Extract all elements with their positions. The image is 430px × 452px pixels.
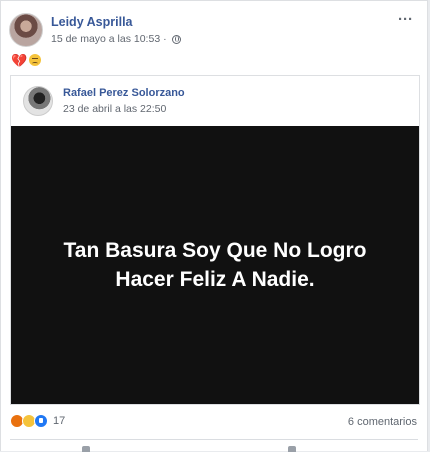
image-quote-text: Tan Basura Soy Que No Logro Hacer Feliz … bbox=[63, 239, 367, 291]
post-date[interactable]: 15 de mayo a las 10:53 bbox=[51, 33, 160, 45]
dot-separator: · bbox=[163, 33, 167, 45]
like-action-icon[interactable] bbox=[82, 446, 90, 452]
shared-post[interactable]: Rafael Perez Solorzano 23 de abril a las… bbox=[10, 75, 420, 405]
author-avatar[interactable] bbox=[9, 13, 43, 47]
post-status-text: 💔 bbox=[11, 53, 42, 69]
share-action-icon[interactable] bbox=[288, 446, 296, 452]
reactions-summary[interactable]: 17 bbox=[10, 414, 65, 428]
divider bbox=[10, 439, 418, 440]
facebook-post: Leidy Asprilla 15 de mayo a las 10:53 · … bbox=[0, 0, 428, 452]
post-header: Leidy Asprilla 15 de mayo a las 10:53 · … bbox=[9, 11, 419, 51]
sad-face-icon bbox=[29, 54, 42, 66]
broken-heart-icon: 💔 bbox=[11, 53, 28, 68]
post-author-name[interactable]: Leidy Asprilla bbox=[51, 15, 133, 29]
shared-post-image[interactable]: Tan Basura Soy Que No Logro Hacer Feliz … bbox=[11, 126, 419, 404]
shared-author-name[interactable]: Rafael Perez Solorzano bbox=[63, 87, 185, 99]
like-icon bbox=[34, 414, 48, 428]
reaction-count[interactable]: 17 bbox=[53, 415, 65, 427]
more-options-icon[interactable]: ··· bbox=[398, 12, 413, 27]
post-meta: 15 de mayo a las 10:53 · bbox=[51, 33, 181, 45]
comments-count-link[interactable]: 6 comentarios bbox=[348, 416, 417, 428]
shared-post-header: Rafael Perez Solorzano 23 de abril a las… bbox=[23, 84, 403, 120]
shared-post-date[interactable]: 23 de abril a las 22:50 bbox=[63, 103, 166, 115]
shared-author-avatar[interactable] bbox=[23, 86, 53, 116]
globe-icon[interactable] bbox=[171, 34, 181, 44]
